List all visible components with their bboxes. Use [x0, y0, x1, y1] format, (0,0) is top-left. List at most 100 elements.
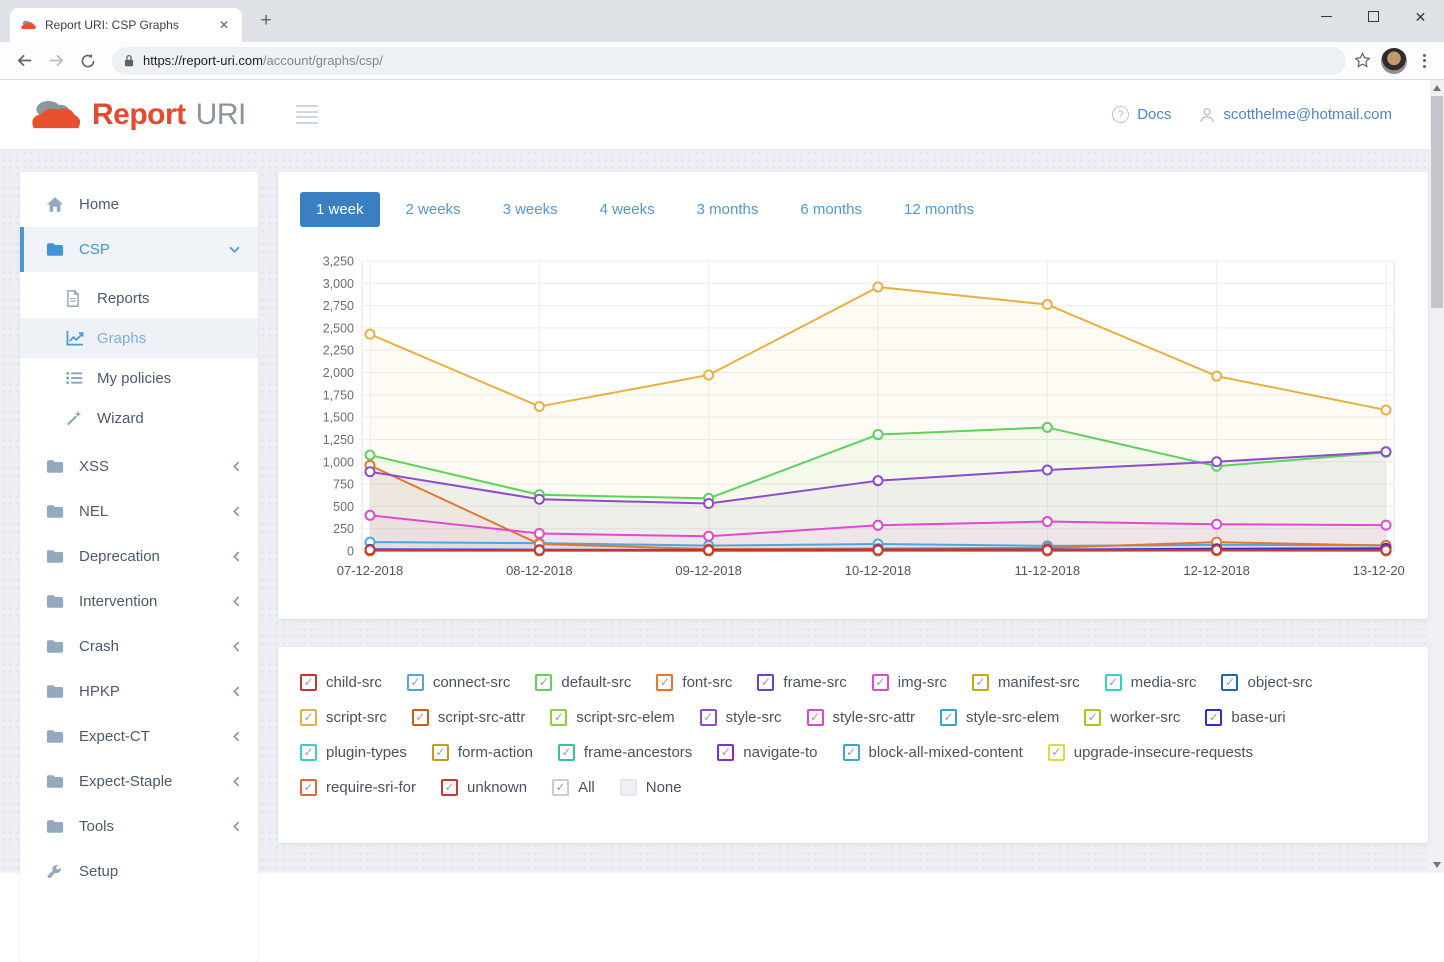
- sidebar-item-home[interactable]: Home: [20, 182, 258, 227]
- new-tab-button[interactable]: +: [252, 9, 280, 33]
- data-point-unknown[interactable]: [1382, 546, 1391, 555]
- sidebar-item-deprecation[interactable]: Deprecation: [20, 534, 258, 579]
- data-point-img-src[interactable]: [1212, 520, 1221, 529]
- data-point-style-src[interactable]: [1043, 465, 1052, 474]
- docs-link[interactable]: ? Docs: [1112, 106, 1171, 123]
- data-point-script-src[interactable]: [1043, 300, 1052, 309]
- filter-style-src-elem[interactable]: ✓style-src-elem: [940, 709, 1059, 726]
- checkbox-checked[interactable]: ✓: [412, 709, 429, 726]
- data-point-unknown[interactable]: [535, 546, 544, 555]
- checkbox-checked[interactable]: ✓: [300, 709, 317, 726]
- filter-plugin-types[interactable]: ✓plugin-types: [300, 744, 407, 761]
- checkbox-checked[interactable]: ✓: [535, 674, 552, 691]
- checkbox-checked[interactable]: ✓: [300, 779, 317, 796]
- sidebar-item-wizard[interactable]: Wizard: [20, 398, 258, 438]
- filter-navigate-to[interactable]: ✓navigate-to: [717, 744, 817, 761]
- filter-form-action[interactable]: ✓form-action: [432, 744, 533, 761]
- tab-12-months[interactable]: 12 months: [888, 192, 990, 227]
- filter-frame-src[interactable]: ✓frame-src: [757, 674, 846, 691]
- checkbox-checked[interactable]: ✓: [1084, 709, 1101, 726]
- filter-style-src-attr[interactable]: ✓style-src-attr: [807, 709, 916, 726]
- checkbox-checked[interactable]: ✓: [1048, 744, 1065, 761]
- checkbox-checked[interactable]: ✓: [558, 744, 575, 761]
- filter-worker-src[interactable]: ✓worker-src: [1084, 709, 1180, 726]
- checkbox-unchecked[interactable]: [620, 779, 637, 796]
- data-point-unknown[interactable]: [1043, 546, 1052, 555]
- sidebar-item-tools[interactable]: Tools: [20, 804, 258, 849]
- tab-3-months[interactable]: 3 months: [681, 192, 775, 227]
- filter-default-src[interactable]: ✓default-src: [535, 674, 631, 691]
- filter-connect-src[interactable]: ✓connect-src: [407, 674, 511, 691]
- data-point-style-src[interactable]: [1212, 457, 1221, 466]
- data-point-script-src[interactable]: [1212, 372, 1221, 381]
- checkbox-checked[interactable]: ✓: [872, 674, 889, 691]
- data-point-unknown[interactable]: [1212, 545, 1221, 554]
- data-point-img-src[interactable]: [704, 532, 713, 541]
- checkbox-checked[interactable]: ✓: [807, 709, 824, 726]
- checkbox-checked[interactable]: ✓: [717, 744, 734, 761]
- data-point-default-src[interactable]: [1043, 423, 1052, 432]
- tab-6-months[interactable]: 6 months: [784, 192, 878, 227]
- checkbox-checked[interactable]: ✓: [1221, 674, 1238, 691]
- checkbox-checked[interactable]: ✓: [300, 744, 317, 761]
- bookmark-star-icon[interactable]: [1354, 52, 1371, 69]
- checkbox-checked[interactable]: ✓: [300, 674, 317, 691]
- sidebar-item-my-policies[interactable]: My policies: [20, 358, 258, 398]
- window-maximize-button[interactable]: [1350, 0, 1397, 33]
- data-point-unknown[interactable]: [366, 545, 375, 554]
- checkbox-checked[interactable]: ✓: [843, 744, 860, 761]
- filter-frame-ancestors[interactable]: ✓frame-ancestors: [558, 744, 692, 761]
- data-point-script-src[interactable]: [874, 283, 883, 292]
- tab-4-weeks[interactable]: 4 weeks: [584, 192, 671, 227]
- forward-icon[interactable]: [42, 47, 70, 75]
- sidebar-item-reports[interactable]: Reports: [20, 278, 258, 318]
- scrollbar-up-arrow-icon[interactable]: [1433, 85, 1441, 91]
- filter-script-src[interactable]: ✓script-src: [300, 709, 387, 726]
- window-close-button[interactable]: ✕: [1397, 0, 1444, 33]
- checkbox-checked[interactable]: ✓: [407, 674, 424, 691]
- data-point-img-src[interactable]: [874, 521, 883, 530]
- filter-manifest-src[interactable]: ✓manifest-src: [972, 674, 1080, 691]
- filter-upgrade-insecure-requests[interactable]: ✓upgrade-insecure-requests: [1048, 744, 1253, 761]
- sidebar-item-intervention[interactable]: Intervention: [20, 579, 258, 624]
- sidebar-item-graphs[interactable]: Graphs: [20, 318, 258, 358]
- sidebar-item-setup[interactable]: Setup: [20, 849, 258, 894]
- account-menu[interactable]: scotthelme@hotmail.com: [1199, 106, 1392, 123]
- data-point-img-src[interactable]: [535, 529, 544, 538]
- checkbox-checked[interactable]: ✓: [550, 709, 567, 726]
- data-point-unknown[interactable]: [704, 546, 713, 555]
- filter-block-all-mixed-content[interactable]: ✓block-all-mixed-content: [843, 744, 1023, 761]
- scrollbar-thumb[interactable]: [1431, 96, 1443, 308]
- data-point-script-src[interactable]: [366, 330, 375, 339]
- data-point-img-src[interactable]: [1382, 521, 1391, 530]
- tab-close-icon[interactable]: ✕: [216, 18, 232, 32]
- data-point-img-src[interactable]: [1043, 517, 1052, 526]
- filter-none[interactable]: None: [620, 779, 682, 796]
- data-point-img-src[interactable]: [366, 511, 375, 520]
- reload-icon[interactable]: [74, 47, 102, 75]
- data-point-default-src[interactable]: [366, 451, 375, 460]
- data-point-unknown[interactable]: [874, 546, 883, 555]
- data-point-style-src[interactable]: [704, 499, 713, 508]
- url-bar[interactable]: https://report-uri.com/account/graphs/cs…: [112, 47, 1346, 75]
- sidebar-item-hpkp[interactable]: HPKP: [20, 669, 258, 714]
- filter-unknown[interactable]: ✓unknown: [441, 779, 527, 796]
- filter-all[interactable]: ✓All: [552, 779, 595, 796]
- data-point-script-src[interactable]: [535, 402, 544, 411]
- browser-profile-avatar[interactable]: [1381, 48, 1407, 74]
- scrollbar-down-arrow-icon[interactable]: [1433, 862, 1441, 868]
- hamburger-menu-icon[interactable]: [290, 99, 324, 130]
- checkbox-checked[interactable]: ✓: [1105, 674, 1122, 691]
- filter-object-src[interactable]: ✓object-src: [1221, 674, 1312, 691]
- sidebar-item-csp[interactable]: CSP: [20, 227, 258, 272]
- filter-img-src[interactable]: ✓img-src: [872, 674, 947, 691]
- data-point-script-src[interactable]: [1382, 406, 1391, 415]
- filter-style-src[interactable]: ✓style-src: [700, 709, 782, 726]
- tab-1-week[interactable]: 1 week: [300, 192, 380, 227]
- window-minimize-button[interactable]: [1303, 0, 1350, 33]
- checkbox-checked[interactable]: ✓: [972, 674, 989, 691]
- sidebar-item-xss[interactable]: XSS: [20, 444, 258, 489]
- checkbox-checked[interactable]: ✓: [441, 779, 458, 796]
- checkbox-checked[interactable]: ✓: [656, 674, 673, 691]
- filter-base-uri[interactable]: ✓base-uri: [1205, 709, 1285, 726]
